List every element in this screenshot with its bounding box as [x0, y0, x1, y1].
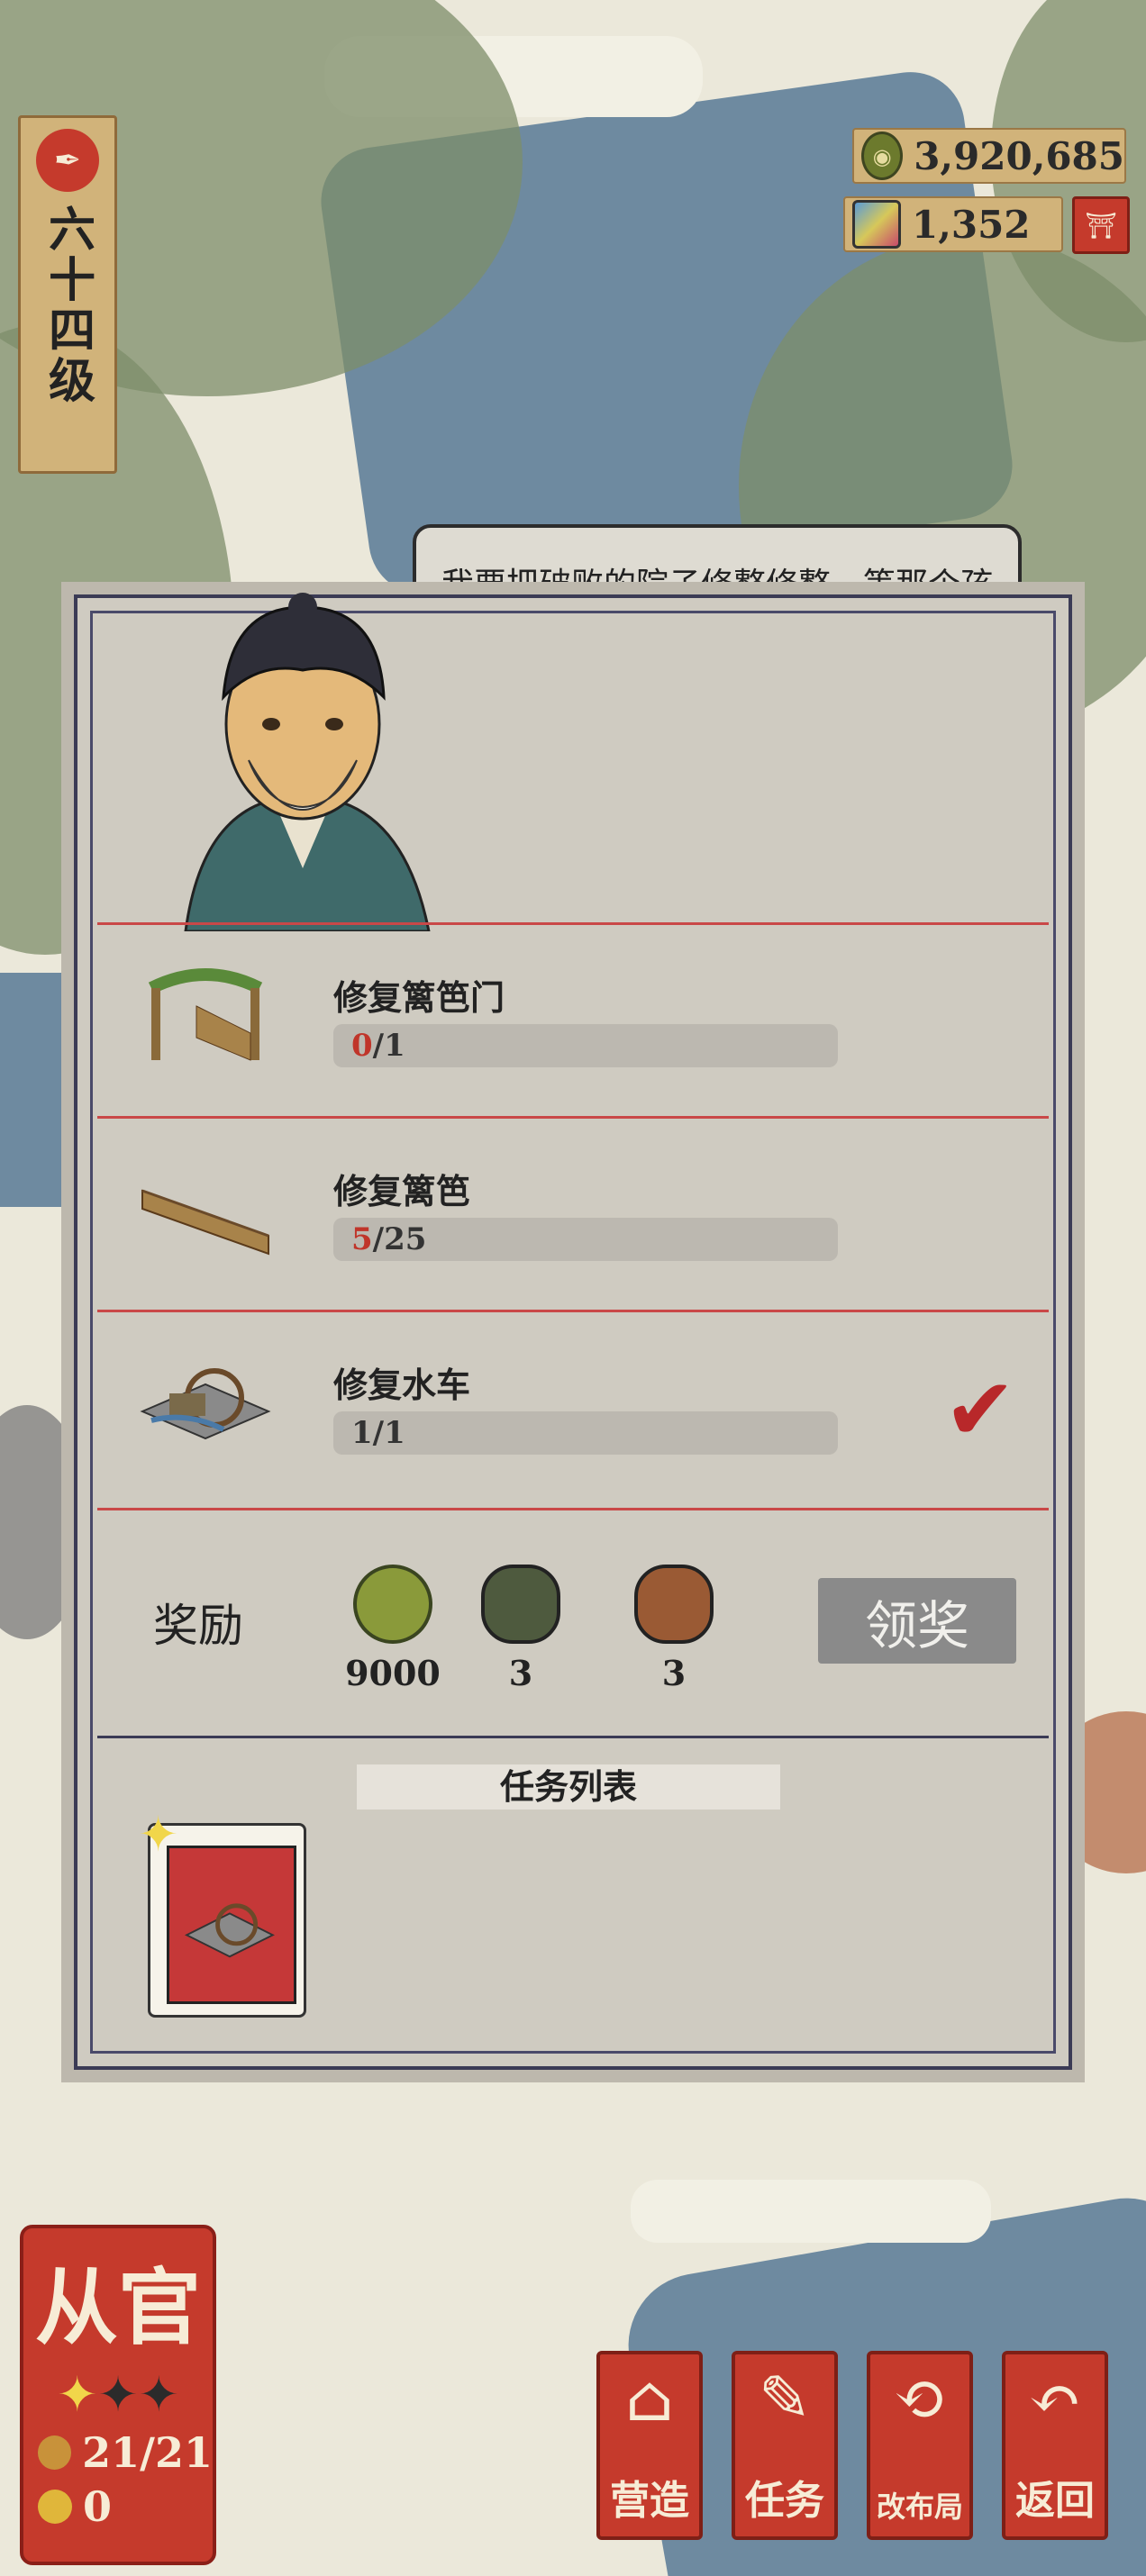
reward-item: 9000	[339, 1565, 447, 1693]
building-icon: ⌂	[625, 2362, 674, 2435]
rank-stars: ✦✦✦	[23, 2366, 213, 2423]
scroll-icon: ✎	[758, 2362, 812, 2435]
worker-icon	[38, 2435, 72, 2470]
idle-stat: 0	[38, 2482, 213, 2531]
reward-section: 奖励 9000 3 3 领奖	[97, 1508, 1049, 1738]
task-progress-bar: 5/25	[333, 1218, 838, 1261]
tasks-label: 任务	[745, 2478, 824, 2524]
reward-item: 3	[620, 1565, 728, 1693]
waterwheel-icon	[184, 1903, 275, 1958]
task-row[interactable]: 修复水车 1/1 ✔	[97, 1310, 1049, 1506]
task-title: 修复篱笆	[333, 1171, 471, 1211]
task-list-card[interactable]: ✦	[138, 1806, 306, 2018]
task-row[interactable]: 修复篱笆门 0/1	[97, 922, 1049, 1119]
rank-name: 从官	[34, 2259, 201, 2356]
coin-icon	[353, 1565, 432, 1644]
return-button[interactable]: ↶ 返回	[1002, 2351, 1108, 2540]
rank-badge[interactable]: 从官 ✦✦✦ 21/21 0	[20, 2225, 216, 2565]
ore-icon	[634, 1565, 714, 1644]
gem-icon	[852, 200, 901, 249]
task-card-cover	[167, 1846, 296, 2004]
fence-gate-icon	[148, 968, 263, 1061]
gem-counter[interactable]: 1,352	[843, 196, 1063, 252]
tasks-button[interactable]: ✎ 任务	[732, 2351, 838, 2540]
quest-panel: 修复篱笆门 0/1 修复篱笆 5/25 修复水车 1/1 ✔ 奖励 9000 3…	[74, 593, 1072, 2070]
coin-icon: ◉	[861, 132, 904, 180]
reward-label: 奖励	[153, 1600, 243, 1652]
task-progress-bar: 1/1	[333, 1411, 838, 1455]
player-level-tag[interactable]: ✒ 六十四级	[18, 115, 117, 474]
return-label: 返回	[1015, 2478, 1095, 2524]
task-progress-total: /1	[372, 1028, 405, 1064]
task-progress-current: 1	[351, 1415, 373, 1451]
return-icon: ↶	[1028, 2362, 1082, 2435]
task-row[interactable]: 修复篱笆 5/25	[97, 1116, 1049, 1312]
task-progress-current: 0	[351, 1028, 373, 1064]
star-icon: ✦	[97, 2366, 139, 2423]
shop-icon[interactable]: ⛩	[1072, 196, 1130, 254]
workers-stat: 21/21	[38, 2428, 213, 2477]
stone-icon	[481, 1565, 560, 1644]
idle-worker-icon	[38, 2490, 72, 2524]
redesign-label: 改布局	[876, 2490, 963, 2524]
task-progress-bar: 0/1	[333, 1024, 838, 1067]
reward-value: 9000	[345, 1653, 441, 1693]
task-list-title: 任务列表	[357, 1764, 780, 1810]
workers-value: 21/21	[82, 2428, 213, 2477]
reward-value: 3	[508, 1653, 533, 1693]
idle-value: 0	[83, 2482, 113, 2531]
task-progress-current: 5	[351, 1221, 373, 1257]
level-text: 六十四级	[40, 204, 96, 406]
waterwheel-icon	[140, 1368, 271, 1440]
task-progress-total: /25	[372, 1221, 427, 1257]
redesign-layout-button[interactable]: ⟲ 改布局	[867, 2351, 973, 2540]
reward-item: 3	[467, 1565, 575, 1693]
task-title: 修复篱笆门	[333, 977, 505, 1018]
build-button[interactable]: ⌂ 营造	[596, 2351, 703, 2540]
fence-icon	[141, 1189, 269, 1256]
star-icon: ✦	[138, 2366, 179, 2423]
star-icon: ✦	[138, 1806, 179, 1863]
build-label: 营造	[610, 2478, 689, 2524]
reward-value: 3	[661, 1653, 687, 1693]
gem-value: 1,352	[912, 202, 1031, 247]
coin-counter[interactable]: ◉ 3,920,685	[852, 128, 1126, 184]
brush-icon: ✒	[36, 129, 99, 192]
claim-reward-button[interactable]: 领奖	[818, 1578, 1016, 1664]
redesign-icon: ⟲	[893, 2362, 947, 2435]
coin-value: 3,920,685	[914, 133, 1124, 178]
task-title: 修复水车	[333, 1365, 471, 1405]
old-man-portrait	[184, 593, 431, 931]
checkmark-icon: ✔	[943, 1359, 1016, 1460]
task-progress-total: /1	[372, 1415, 405, 1451]
star-icon: ✦	[57, 2366, 98, 2423]
